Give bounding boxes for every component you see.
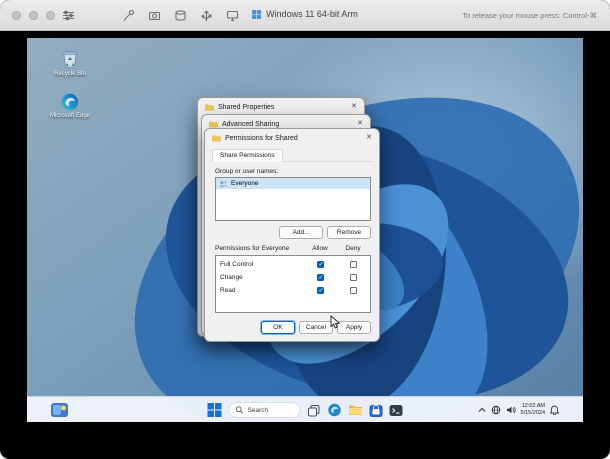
deny-checkbox-change[interactable]	[350, 274, 357, 281]
permission-name: Full Control	[220, 261, 253, 268]
desktop-icon-recycle-bin[interactable]: Recycle Bin	[43, 49, 97, 77]
ok-button[interactable]: OK	[261, 321, 295, 334]
cancel-button[interactable]: Cancel	[299, 321, 333, 334]
vm-title: Windows 11 64-bit Arm	[252, 9, 358, 19]
minimize-button[interactable]	[29, 11, 38, 20]
edge-taskbar-icon[interactable]	[328, 403, 342, 417]
allow-checkbox-read[interactable]	[317, 287, 324, 294]
terminal-icon[interactable]	[390, 404, 403, 417]
dialog-title: Shared Properties	[218, 104, 274, 111]
allow-checkbox-change[interactable]	[317, 274, 324, 281]
mouse-cursor	[330, 315, 340, 329]
volume-icon[interactable]	[506, 405, 516, 415]
sliders-icon[interactable]	[62, 9, 75, 22]
folder-icon	[209, 120, 218, 128]
group-name: Everyone	[231, 180, 258, 187]
window-controls	[12, 11, 55, 20]
start-button-icon[interactable]	[208, 403, 222, 417]
permissions-list[interactable]: Full Control Change Read	[215, 255, 371, 313]
display-icon[interactable]	[226, 9, 239, 22]
search-icon	[236, 406, 244, 414]
vm-window: Windows 11 64-bit Arm To release your mo…	[0, 0, 610, 459]
vm-display-letterbox: Recycle Bin Microsoft Edge	[0, 32, 610, 459]
group-users-icon	[219, 180, 228, 188]
add-button[interactable]: Add...	[279, 226, 323, 239]
close-button[interactable]	[12, 11, 21, 20]
zoom-button[interactable]	[46, 11, 55, 20]
windows-logo-icon	[252, 10, 261, 19]
tab-share-permissions[interactable]: Share Permissions	[212, 149, 283, 162]
windows-taskbar[interactable]: Search	[27, 396, 583, 422]
task-view-icon[interactable]	[308, 404, 321, 417]
group-names-label: Group or user names:	[215, 168, 278, 175]
tabstrip: Share Permissions	[210, 148, 374, 162]
dialog-permissions-for-shared[interactable]: Permissions for Shared ✕ Share Permissio…	[204, 128, 380, 342]
search-label: Search	[248, 407, 269, 414]
permission-row-full-control: Full Control	[216, 257, 370, 270]
widgets-icon[interactable]	[51, 403, 68, 417]
dialog-title: Advanced Sharing	[222, 121, 279, 128]
permission-row-read: Read	[216, 283, 370, 296]
list-item-everyone[interactable]: Everyone	[216, 178, 370, 189]
deny-checkbox-read[interactable]	[350, 287, 357, 294]
usb-icon[interactable]	[200, 9, 213, 22]
file-explorer-icon[interactable]	[349, 404, 363, 416]
store-icon[interactable]	[370, 404, 383, 417]
desktop-icon-label: Microsoft Edge	[50, 113, 90, 119]
mouse-release-hint: To release your mouse press: Control-⌘	[462, 11, 597, 20]
permissions-for-label: Permissions for Everyone	[215, 245, 289, 252]
allow-column-header: Allow	[305, 245, 335, 252]
recycle-bin-icon	[60, 49, 80, 69]
clock-time: 12:02 AM	[521, 403, 545, 410]
taskbar-clock[interactable]: 12:02 AM 5/15/2024	[521, 403, 545, 417]
remove-button[interactable]: Remove	[327, 226, 371, 239]
dialog-titlebar[interactable]: Permissions for Shared	[205, 129, 379, 147]
notification-bell-icon[interactable]	[550, 405, 559, 415]
wrench-icon[interactable]	[122, 9, 135, 22]
apply-button[interactable]: Apply	[337, 321, 371, 334]
vm-titlebar[interactable]: Windows 11 64-bit Arm To release your mo…	[0, 0, 610, 31]
camera-icon[interactable]	[148, 9, 161, 22]
network-icon[interactable]	[491, 405, 501, 415]
deny-column-header: Deny	[338, 245, 368, 252]
dialog-title: Permissions for Shared	[225, 135, 298, 142]
vm-title-text: Windows 11 64-bit Arm	[266, 9, 358, 19]
close-icon[interactable]: ✕	[351, 103, 357, 110]
desktop-icon-microsoft-edge[interactable]: Microsoft Edge	[43, 93, 97, 119]
folder-icon	[205, 103, 214, 111]
taskbar-search[interactable]: Search	[229, 402, 301, 418]
shared-folder-icon	[212, 134, 221, 142]
edge-icon	[61, 93, 79, 111]
disk-icon[interactable]	[174, 9, 187, 22]
chevron-up-icon[interactable]	[478, 407, 486, 413]
allow-checkbox-full-control[interactable]	[317, 261, 324, 268]
permission-row-change: Change	[216, 270, 370, 283]
desktop-icon-label: Recycle Bin	[54, 71, 86, 77]
group-names-list[interactable]: Everyone	[215, 177, 371, 221]
permission-name: Change	[220, 274, 243, 281]
clock-date: 5/15/2024	[521, 410, 545, 417]
close-icon[interactable]: ✕	[357, 120, 363, 127]
deny-checkbox-full-control[interactable]	[350, 261, 357, 268]
permission-name: Read	[220, 287, 236, 294]
windows-desktop[interactable]: Recycle Bin Microsoft Edge	[27, 38, 583, 422]
close-icon[interactable]: ✕	[366, 134, 372, 141]
